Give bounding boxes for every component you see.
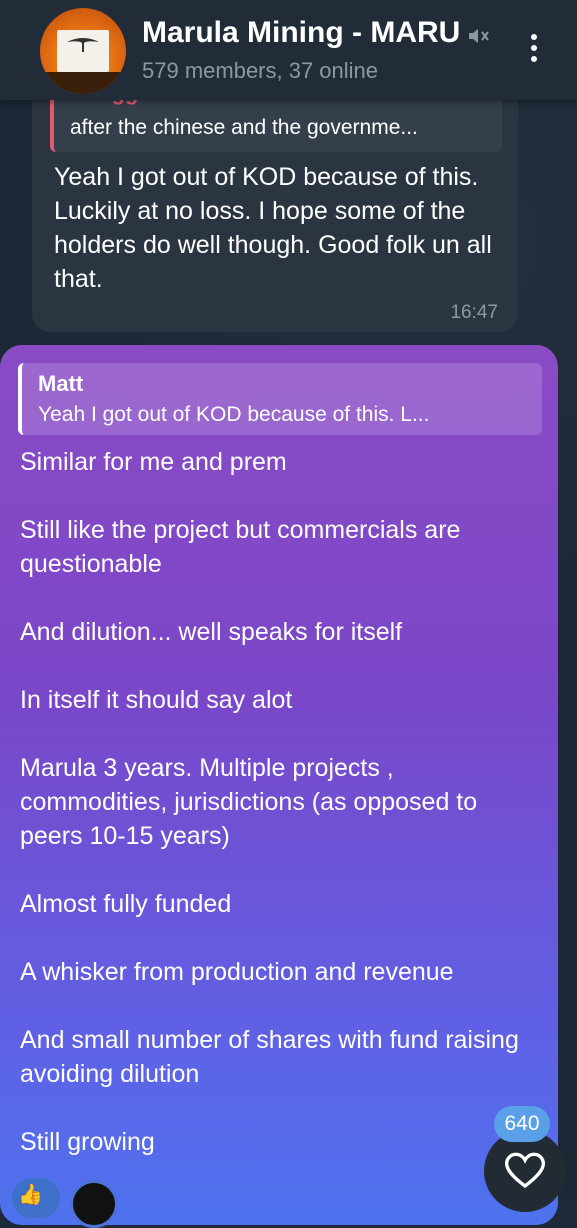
message-paragraph: In itself it should say alot [20,686,293,714]
mute-icon [469,29,489,43]
message-paragraph: Still growing [20,1128,155,1156]
group-avatar[interactable] [40,8,126,94]
reply-preview-out[interactable]: Matt Yeah I got out of KOD because of th… [18,363,542,435]
more-vert-icon[interactable] [520,34,548,68]
message-paragraph: And small number of shares with fund rai… [20,1026,519,1088]
reactor-avatar [70,1180,118,1228]
message-paragraph: Marula 3 years. Multiple projects , comm… [20,754,478,850]
reaction-chip[interactable]: 👍 [12,1178,60,1218]
reply-text: Yeah I got out of KOD because of this. L… [38,403,430,426]
reaction-count-badge: 640 [494,1106,550,1142]
thumbs-up-icon: 👍 [18,1184,43,1206]
message-time: 16:47 [450,302,498,323]
message-paragraph: Similar for me and prem [20,448,287,476]
chat-title[interactable]: Marula Mining - MARU [142,16,482,50]
chat-header[interactable]: Marula Mining - MARU 579 members, 37 onl… [0,0,577,100]
message-text: Yeah I got out of KOD because of this. L… [54,163,492,293]
message-paragraph: Still like the project but commercials a… [20,516,461,578]
message-body: Similar for me and prem Still like the p… [20,445,540,1193]
heart-icon [505,1152,545,1189]
message-paragraph: A whisker from production and revenue [20,958,454,986]
chat-subtitle: 579 members, 37 online [142,58,379,83]
outgoing-message[interactable]: Matt Yeah I got out of KOD because of th… [0,345,558,1225]
reply-author: Matt [38,371,84,396]
incoming-message[interactable]: Chaggs after the chinese and the governm… [32,78,518,332]
reply-text: after the chinese and the governme... [70,116,418,139]
message-paragraph: Almost fully funded [20,890,232,918]
message-paragraph: And dilution... well speaks for itself [20,618,403,646]
tree-logo-icon [67,38,99,52]
